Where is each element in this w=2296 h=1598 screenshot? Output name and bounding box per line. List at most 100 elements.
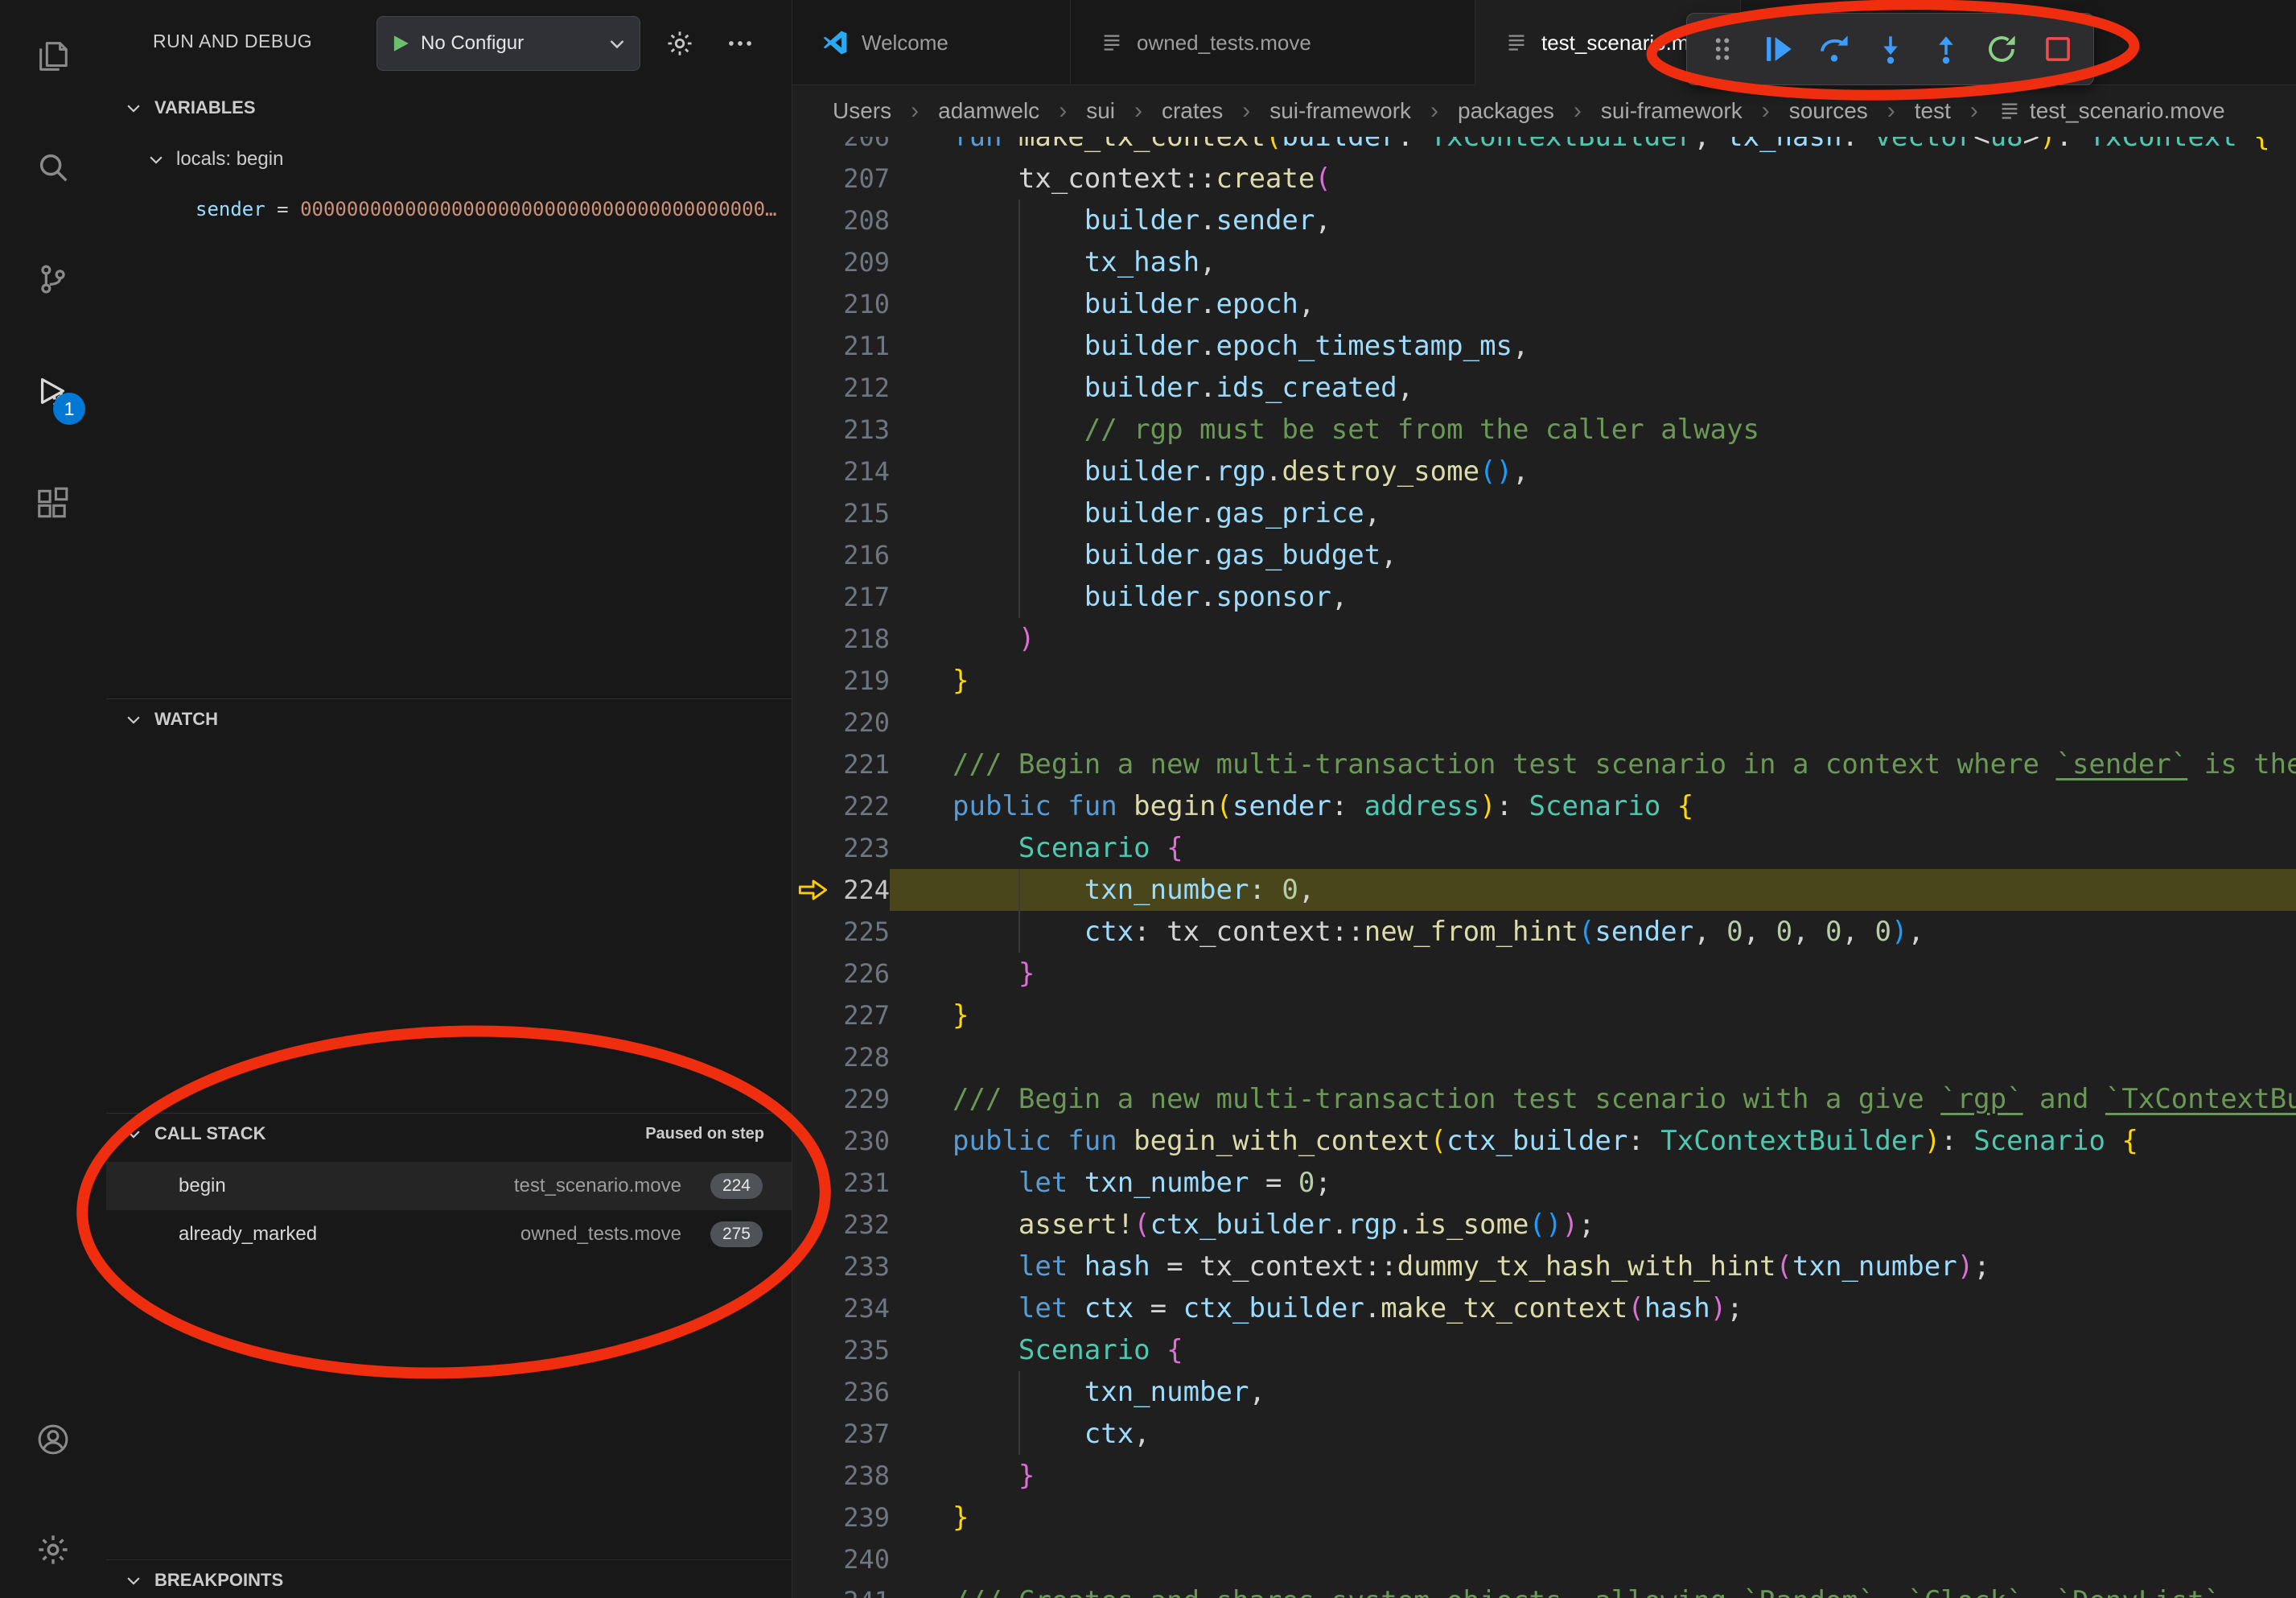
breadcrumb-item[interactable]: test_scenario.move — [1998, 98, 2225, 124]
source-control-icon[interactable] — [31, 257, 76, 302]
variable-row[interactable]: sender = 0000000000000000000000000000000… — [195, 192, 785, 227]
line-number[interactable]: 226 — [825, 958, 890, 989]
line-number[interactable]: 238 — [825, 1460, 890, 1491]
breadcrumb-item[interactable]: packages — [1458, 98, 1554, 124]
code-line[interactable]: 234 let ctx = ctx_builder.make_tx_contex… — [792, 1287, 2296, 1329]
line-number[interactable]: 222 — [825, 791, 890, 822]
code-line[interactable]: 216 builder.gas_budget, — [792, 534, 2296, 576]
code-line[interactable]: 214 builder.rgp.destroy_some(), — [792, 451, 2296, 492]
code-line[interactable]: 220 — [792, 702, 2296, 743]
breadcrumb-item[interactable]: test — [1915, 98, 1951, 124]
breadcrumb-item[interactable]: adamwelc — [938, 98, 1039, 124]
line-number[interactable]: 231 — [825, 1168, 890, 1198]
code-line[interactable]: 236 txn_number, — [792, 1371, 2296, 1413]
code-line[interactable]: 238 } — [792, 1455, 2296, 1497]
line-number[interactable]: 239 — [825, 1502, 890, 1533]
explorer-icon[interactable] — [31, 34, 76, 79]
line-number[interactable]: 224 — [825, 875, 890, 905]
code-line[interactable]: 232 assert!(ctx_builder.rgp.is_some()); — [792, 1204, 2296, 1246]
line-number[interactable]: 232 — [825, 1209, 890, 1240]
code-line[interactable]: 209 tx_hash, — [792, 241, 2296, 283]
code-line[interactable]: 240 — [792, 1538, 2296, 1580]
line-number[interactable]: 215 — [825, 498, 890, 529]
code-line[interactable]: 227} — [792, 995, 2296, 1036]
line-number[interactable]: 221 — [825, 749, 890, 780]
code-line[interactable]: 217 builder.sponsor, — [792, 576, 2296, 618]
code-line[interactable]: 219} — [792, 660, 2296, 702]
breadcrumb-item[interactable]: crates — [1162, 98, 1223, 124]
line-number[interactable]: 220 — [825, 707, 890, 738]
line-number[interactable]: 218 — [825, 624, 890, 654]
continue-icon[interactable] — [1759, 29, 1799, 69]
step-into-icon[interactable] — [1870, 29, 1911, 69]
line-number[interactable]: 234 — [825, 1293, 890, 1324]
tab-owned_tests.move[interactable]: owned_tests.move — [1071, 0, 1475, 85]
code-line[interactable]: 206fun make_tx_context(builder: TxContex… — [792, 137, 2296, 158]
code-line[interactable]: 224 txn_number: 0, — [792, 869, 2296, 911]
code-editor[interactable]: 206fun make_tx_context(builder: TxContex… — [792, 137, 2296, 1598]
code-line[interactable]: 215 builder.gas_price, — [792, 492, 2296, 534]
line-number[interactable]: 212 — [825, 373, 890, 403]
line-number[interactable]: 228 — [825, 1042, 890, 1073]
start-debug-icon[interactable] — [390, 33, 411, 54]
toolbar-gripper-icon[interactable] — [1702, 29, 1743, 69]
code-line[interactable]: 229/// Begin a new multi-transaction tes… — [792, 1078, 2296, 1120]
account-icon[interactable] — [31, 1417, 76, 1462]
breadcrumb-item[interactable]: sui — [1086, 98, 1115, 124]
line-number[interactable]: 223 — [825, 833, 890, 863]
settings-gear-icon[interactable] — [31, 1527, 76, 1572]
debug-config-dropdown[interactable]: No Configur — [376, 16, 640, 71]
breadcrumb-item[interactable]: sui-framework — [1269, 98, 1411, 124]
line-number[interactable]: 229 — [825, 1084, 890, 1114]
code-line[interactable]: 218 ) — [792, 618, 2296, 660]
line-number[interactable]: 233 — [825, 1251, 890, 1282]
line-number[interactable]: 207 — [825, 163, 890, 194]
code-line[interactable]: 210 builder.epoch, — [792, 283, 2296, 325]
line-number[interactable]: 206 — [825, 137, 890, 152]
restart-icon[interactable] — [1981, 29, 2022, 69]
line-number[interactable]: 230 — [825, 1126, 890, 1156]
code-line[interactable]: 223 Scenario { — [792, 827, 2296, 869]
code-line[interactable]: 221/// Begin a new multi-transaction tes… — [792, 743, 2296, 785]
code-line[interactable]: 211 builder.epoch_timestamp_ms, — [792, 325, 2296, 367]
code-line[interactable]: 231 let txn_number = 0; — [792, 1162, 2296, 1204]
watch-section-header[interactable]: WATCH — [106, 702, 792, 737]
line-number[interactable]: 240 — [825, 1544, 890, 1575]
stack-frame-begin[interactable]: begintest_scenario.move224 — [106, 1162, 792, 1210]
breakpoints-section-header[interactable]: BREAKPOINTS — [106, 1563, 792, 1598]
line-number[interactable]: 236 — [825, 1377, 890, 1407]
tab-Welcome[interactable]: Welcome — [792, 0, 1071, 85]
line-number[interactable]: 210 — [825, 289, 890, 319]
line-number[interactable]: 217 — [825, 582, 890, 612]
code-line[interactable]: 230public fun begin_with_context(ctx_bui… — [792, 1120, 2296, 1162]
step-over-icon[interactable] — [1814, 29, 1854, 69]
search-icon[interactable] — [31, 145, 76, 190]
line-number[interactable]: 209 — [825, 247, 890, 278]
code-line[interactable]: 213 // rgp must be set from the caller a… — [792, 409, 2296, 451]
code-line[interactable]: 212 builder.ids_created, — [792, 367, 2296, 409]
call-stack-section-header[interactable]: CALL STACK Paused on step — [106, 1116, 792, 1151]
stop-icon[interactable] — [2038, 29, 2078, 69]
line-number[interactable]: 227 — [825, 1000, 890, 1031]
step-out-icon[interactable] — [1926, 29, 1966, 69]
line-number[interactable]: 208 — [825, 205, 890, 236]
code-line[interactable]: 239} — [792, 1497, 2296, 1538]
line-number[interactable]: 225 — [825, 916, 890, 947]
debug-settings-gear-icon[interactable] — [660, 24, 699, 63]
line-number[interactable]: 235 — [825, 1335, 890, 1365]
code-line[interactable]: 226 } — [792, 953, 2296, 995]
breadcrumb-item[interactable]: Users — [833, 98, 891, 124]
code-line[interactable]: 225 ctx: tx_context::new_from_hint(sende… — [792, 911, 2296, 953]
code-line[interactable]: 222public fun begin(sender: address): Sc… — [792, 785, 2296, 827]
line-number[interactable]: 241 — [825, 1586, 890, 1598]
code-line[interactable]: 233 let hash = tx_context::dummy_tx_hash… — [792, 1246, 2296, 1287]
variables-section-header[interactable]: VARIABLES — [106, 90, 792, 126]
code-line[interactable]: 228 — [792, 1036, 2296, 1078]
more-actions-icon[interactable] — [721, 24, 759, 63]
breadcrumb-item[interactable]: sui-framework — [1601, 98, 1743, 124]
code-line[interactable]: 208 builder.sender, — [792, 200, 2296, 241]
stack-frame-already_marked[interactable]: already_markedowned_tests.move275 — [106, 1210, 792, 1258]
line-number[interactable]: 216 — [825, 540, 890, 570]
code-line[interactable]: 237 ctx, — [792, 1413, 2296, 1455]
breadcrumb-item[interactable]: sources — [1789, 98, 1868, 124]
